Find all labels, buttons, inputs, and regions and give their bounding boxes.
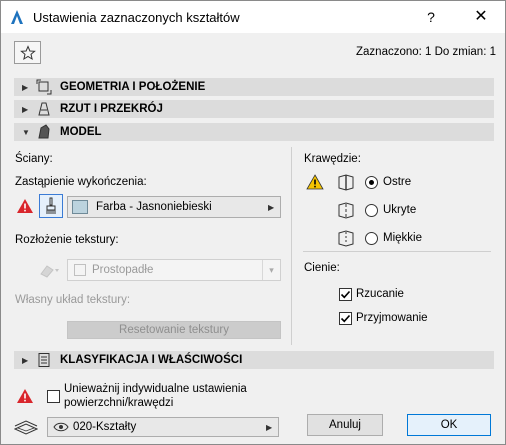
override-surfaces-label-line1: Unieważnij indywidualne ustawienia bbox=[64, 383, 247, 395]
edge-option-hidden[interactable]: Ukryte bbox=[337, 201, 416, 219]
favorites-button[interactable] bbox=[14, 41, 41, 64]
texture-distribution-select[interactable]: Prostopadłe ▾ bbox=[67, 259, 281, 281]
section-geometry-label: GEOMETRIA I POŁOŻENIE bbox=[60, 81, 206, 93]
close-button[interactable]: ✕ bbox=[471, 7, 491, 27]
texture-distribution-label: Rozłożenie tekstury: bbox=[15, 234, 119, 246]
expand-arrow-icon: ▼ bbox=[22, 127, 30, 137]
receive-shadow-label: Przyjmowanie bbox=[356, 312, 428, 324]
cast-shadow-checkbox[interactable] bbox=[339, 288, 352, 301]
texture-distribution-icon bbox=[40, 265, 59, 278]
radio-smooth-label: Miękkie bbox=[383, 232, 422, 244]
override-surfaces-label-line2: powierzchni/krawędzi bbox=[64, 397, 174, 409]
edge-option-smooth[interactable]: Miękkie bbox=[337, 229, 422, 247]
model-icon bbox=[38, 124, 50, 139]
paint-override-button[interactable] bbox=[39, 194, 63, 218]
texture-distribution-value: Prostopadłe bbox=[92, 264, 154, 276]
radio-hidden[interactable] bbox=[365, 203, 378, 217]
layers-icon bbox=[14, 420, 38, 435]
settings-dialog: Ustawienia zaznaczonych kształtów ? ✕ Za… bbox=[0, 0, 506, 445]
smooth-edge-icon bbox=[338, 230, 354, 247]
edges-shadows-divider bbox=[303, 251, 491, 252]
plan-section-icon bbox=[38, 102, 50, 116]
star-icon bbox=[19, 44, 36, 60]
ok-button[interactable]: OK bbox=[407, 414, 491, 436]
section-plan-section[interactable]: ▶ RZUT I PRZEKRÓJ bbox=[14, 100, 494, 118]
sharp-edge-icon bbox=[338, 174, 354, 191]
radio-hidden-label: Ukryte bbox=[383, 204, 417, 216]
shadows-label: Cienie: bbox=[304, 262, 340, 274]
reset-texture-button[interactable]: Resetowanie tekstury bbox=[67, 321, 281, 339]
chevron-down-icon: ▾ bbox=[262, 260, 280, 280]
hidden-edge-icon bbox=[338, 202, 354, 219]
layer-select[interactable]: 020-Kształty ▶ bbox=[47, 417, 279, 437]
projection-icon bbox=[74, 264, 86, 276]
radio-smooth[interactable] bbox=[365, 231, 378, 245]
radio-sharp[interactable] bbox=[365, 175, 378, 189]
surface-picker[interactable]: Farba - Jasnoniebieski ▶ bbox=[67, 196, 281, 218]
edges-label: Krawędzie: bbox=[304, 153, 361, 165]
section-geometry[interactable]: ▶ GEOMETRIA I POŁOŻENIE bbox=[14, 78, 494, 96]
menu-arrow-icon: ▶ bbox=[268, 202, 275, 212]
layer-value: 020-Kształty bbox=[73, 421, 137, 433]
paintbrush-icon bbox=[46, 197, 56, 214]
geometry-icon bbox=[36, 79, 52, 95]
section-model-label: MODEL bbox=[60, 126, 102, 138]
custom-texture-label: Własny układ tekstury: bbox=[15, 294, 131, 306]
override-surfaces-checkbox[interactable] bbox=[47, 390, 60, 403]
override-label: Zastąpienie wykończenia: bbox=[15, 176, 147, 188]
section-classification-label: KLASYFIKACJA I WŁAŚCIWOŚCI bbox=[60, 354, 243, 366]
warning-red-icon bbox=[17, 199, 33, 213]
window-title: Ustawienia zaznaczonych kształtów bbox=[33, 10, 240, 25]
section-plan-section-label: RZUT I PRZEKRÓJ bbox=[60, 103, 163, 115]
receive-shadow-checkbox[interactable] bbox=[339, 312, 352, 325]
section-model[interactable]: ▼ MODEL bbox=[14, 123, 494, 141]
collapse-arrow-icon: ▶ bbox=[22, 104, 29, 114]
cancel-button[interactable]: Anuluj bbox=[307, 414, 383, 436]
faces-label: Ściany: bbox=[15, 153, 53, 165]
archicad-app-icon bbox=[11, 10, 23, 24]
edge-option-sharp[interactable]: Ostre bbox=[337, 173, 411, 191]
cast-shadow-label: Rzucanie bbox=[356, 288, 404, 300]
selection-info: Zaznaczono: 1 Do zmian: 1 bbox=[356, 46, 496, 58]
surface-name: Farba - Jasnoniebieski bbox=[96, 201, 212, 213]
section-classification[interactable]: ▶ KLASYFIKACJA I WŁAŚCIWOŚCI bbox=[14, 351, 494, 369]
menu-arrow-icon: ▶ bbox=[266, 422, 273, 432]
classification-icon bbox=[38, 353, 50, 367]
checkmark-icon bbox=[340, 290, 351, 299]
help-button[interactable]: ? bbox=[421, 7, 441, 27]
warning-red-icon bbox=[17, 389, 33, 403]
eye-icon bbox=[53, 422, 69, 432]
title-bar: Ustawienia zaznaczonych kształtów ? ✕ bbox=[1, 1, 505, 33]
checkmark-icon bbox=[340, 314, 351, 323]
radio-sharp-label: Ostre bbox=[383, 176, 412, 188]
column-divider bbox=[291, 147, 292, 345]
collapse-arrow-icon: ▶ bbox=[22, 82, 29, 92]
collapse-arrow-icon: ▶ bbox=[22, 355, 29, 365]
warning-yellow-icon bbox=[306, 174, 324, 190]
surface-swatch bbox=[72, 200, 88, 214]
